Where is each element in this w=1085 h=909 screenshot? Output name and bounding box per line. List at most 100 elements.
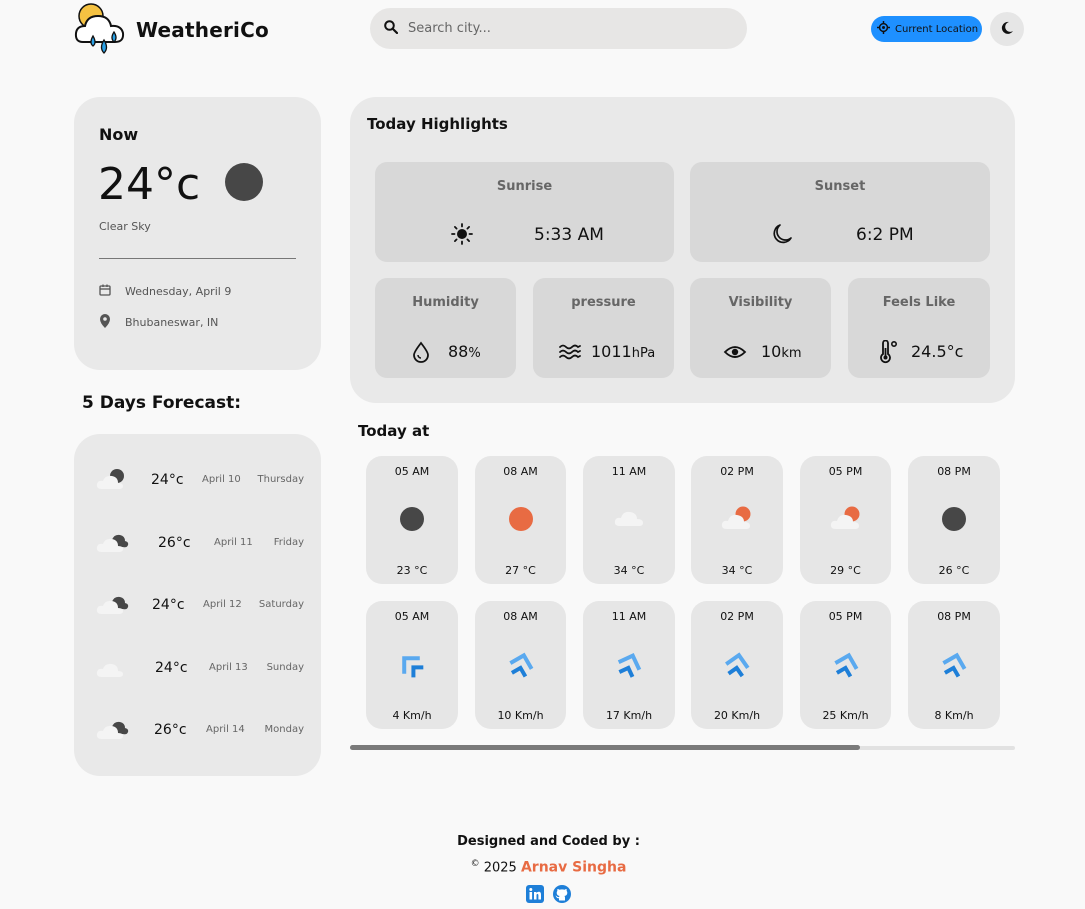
forecast-card: 24°c April 10 Thursday 26°c April 11 Fri… xyxy=(74,434,321,776)
forecast-row: 26°c April 11 Friday xyxy=(74,528,321,558)
hourly-wind-card: 05 AM 4 Km/h xyxy=(366,601,458,729)
hourly-temp-card: 05 PM 29 °C xyxy=(800,456,891,584)
hour-temp: 34 °C xyxy=(721,564,753,577)
wind-speed: 4 Km/h xyxy=(392,709,432,722)
now-title: Now xyxy=(99,125,139,144)
current-location-label: Current Location xyxy=(895,23,979,35)
search-icon xyxy=(384,19,399,38)
hourly-wind-card: 02 PM 20 Km/h xyxy=(691,601,783,729)
forecast-date: April 14 xyxy=(206,724,245,735)
wind-direction-icon xyxy=(506,651,536,685)
hour-temp: 34 °C xyxy=(613,564,645,577)
forecast-temp: 26°c xyxy=(154,722,187,738)
hour-time: 08 AM xyxy=(503,465,538,478)
highlights-card: Today Highlights Sunrise 5:33 AM Sunset … xyxy=(350,97,1015,403)
cloud-icon xyxy=(613,506,645,534)
github-icon[interactable] xyxy=(553,885,573,905)
pressure-value: 1011 xyxy=(591,342,632,361)
moon-dark-icon xyxy=(399,506,425,536)
forecast-temp: 26°c xyxy=(158,535,191,551)
partly-cloudy-day-icon xyxy=(829,506,863,536)
sunset-value: 6:2 PM xyxy=(856,225,914,245)
cloudy-icon xyxy=(96,592,130,616)
hour-temp: 27 °C xyxy=(505,564,536,577)
footer-credit: Designed and Coded by : xyxy=(457,834,640,849)
footer-copyright: © 2025 Arnav Singha xyxy=(0,859,1085,875)
hourly-wind-card: 08 PM 8 Km/h xyxy=(908,601,1000,729)
partly-cloudy-day-icon xyxy=(720,506,754,536)
wind-speed: 20 Km/h xyxy=(713,709,761,722)
forecast-temp: 24°c xyxy=(152,597,185,613)
forecast-day: Friday xyxy=(273,537,304,548)
hour-time: 08 AM xyxy=(503,610,538,623)
search-input[interactable] xyxy=(408,21,708,36)
sunset-box: Sunset 6:2 PM xyxy=(690,162,990,262)
wind-direction-icon xyxy=(722,651,752,685)
wind-direction-icon xyxy=(939,651,969,685)
sun-orange-icon xyxy=(508,506,534,536)
date-row: Wednesday, April 9 xyxy=(99,284,231,299)
forecast-heading: 5 Days Forecast: xyxy=(82,393,242,413)
hour-time: 08 PM xyxy=(937,610,971,623)
current-weather-card: Now 24°c Clear Sky Wednesday, April 9 Bh… xyxy=(74,97,321,370)
hourly-temp-card: 05 AM 23 °C xyxy=(366,456,458,584)
moon-dark-icon xyxy=(941,506,967,536)
horizontal-scrollbar-thumb[interactable] xyxy=(350,745,860,750)
hour-temp: 29 °C xyxy=(830,564,861,577)
forecast-temp: 24°c xyxy=(151,472,184,488)
sunrise-value: 5:33 AM xyxy=(534,225,604,245)
current-location-button[interactable]: Current Location xyxy=(871,16,982,42)
sunrise-box: Sunrise 5:33 AM xyxy=(375,162,674,262)
eye-icon xyxy=(723,340,747,364)
forecast-day: Thursday xyxy=(257,474,305,485)
visibility-unit: km xyxy=(781,346,802,361)
forecast-date: April 12 xyxy=(203,599,242,610)
wind-speed: 17 Km/h xyxy=(605,709,653,722)
app-name: WeatheriCo xyxy=(136,18,269,42)
hourly-wind-card: 08 AM 10 Km/h xyxy=(475,601,566,729)
author-name[interactable]: Arnav Singha xyxy=(521,859,626,875)
hour-time: 02 PM xyxy=(720,610,754,623)
pressure-unit: hPa xyxy=(631,346,656,361)
hourly-wind-card: 11 AM 17 Km/h xyxy=(583,601,675,729)
copyright-symbol: © xyxy=(470,859,480,869)
current-location: Bhubaneswar, IN xyxy=(125,316,219,329)
forecast-row: 26°c April 14 Monday xyxy=(74,715,321,745)
search-bar[interactable] xyxy=(370,8,747,49)
location-pin-icon xyxy=(99,314,111,331)
visibility-box: Visibility 10km xyxy=(690,278,831,378)
hourly-temp-card: 08 PM 26 °C xyxy=(908,456,1000,584)
hourly-temp-card: 02 PM 34 °C xyxy=(691,456,783,584)
hour-time: 05 AM xyxy=(394,465,430,478)
hour-temp: 23 °C xyxy=(396,564,428,577)
sun-icon xyxy=(451,223,473,245)
feels-like-box: Feels Like 24.5°c xyxy=(848,278,990,378)
hour-time: 08 PM xyxy=(937,465,971,478)
droplet-icon xyxy=(409,340,433,364)
hourly-temp-card: 08 AM 27 °C xyxy=(475,456,566,584)
feels-like-label: Feels Like xyxy=(882,295,956,310)
wind-speed: 25 Km/h xyxy=(822,709,869,722)
divider xyxy=(99,258,296,259)
hour-temp: 26 °C xyxy=(938,564,970,577)
wind-direction-icon xyxy=(614,651,644,685)
hour-time: 05 PM xyxy=(828,610,863,623)
humidity-value: 88 xyxy=(448,342,469,361)
hour-time: 11 AM xyxy=(611,610,647,623)
thermometer-icon xyxy=(876,339,900,364)
cloudy-icon xyxy=(96,717,130,741)
location-row: Bhubaneswar, IN xyxy=(99,314,218,331)
wind-direction-icon xyxy=(397,651,427,685)
theme-toggle-button[interactable] xyxy=(990,12,1024,46)
forecast-day: Sunday xyxy=(266,662,304,673)
calendar-icon xyxy=(99,284,111,299)
hour-time: 02 PM xyxy=(720,465,754,478)
visibility-label: Visibility xyxy=(728,295,793,310)
logo-icon xyxy=(73,2,129,56)
waves-icon xyxy=(558,340,582,364)
forecast-day: Monday xyxy=(264,724,304,735)
today-at-heading: Today at xyxy=(358,422,430,440)
hourly-temp-card: 11 AM 34 °C xyxy=(583,456,675,584)
linkedin-icon[interactable] xyxy=(526,885,546,905)
partly-cloudy-night-icon xyxy=(96,467,130,491)
